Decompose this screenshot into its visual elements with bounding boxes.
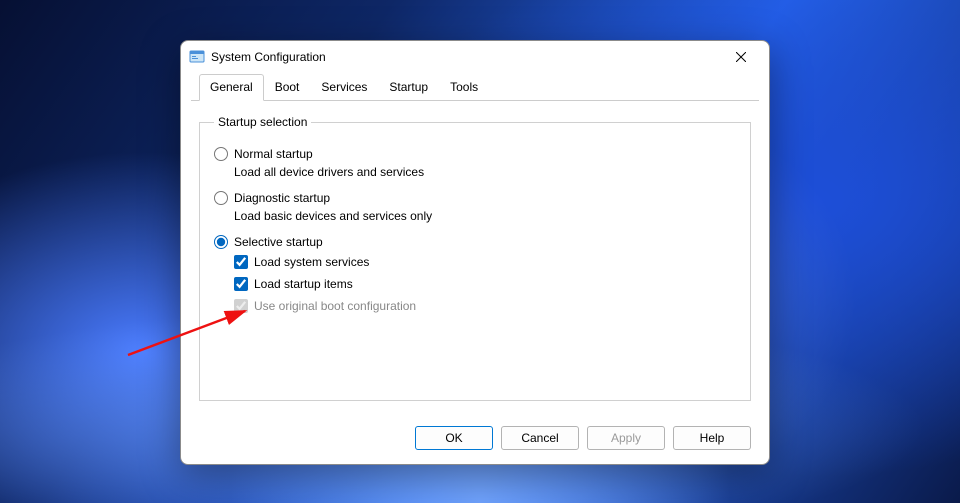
close-button[interactable] bbox=[719, 42, 763, 72]
help-button[interactable]: Help bbox=[673, 426, 751, 450]
group-legend: Startup selection bbox=[214, 115, 311, 129]
check-row-original-boot: Use original boot configuration bbox=[234, 299, 736, 313]
app-icon bbox=[189, 49, 205, 65]
label-original-boot: Use original boot configuration bbox=[254, 299, 416, 313]
radio-normal[interactable] bbox=[214, 147, 228, 161]
close-icon bbox=[736, 52, 746, 62]
radio-selective-label: Selective startup bbox=[234, 235, 323, 249]
option-normal: Normal startup Load all device drivers a… bbox=[214, 147, 736, 179]
cancel-button[interactable]: Cancel bbox=[501, 426, 579, 450]
option-selective: Selective startup Load system services L… bbox=[214, 235, 736, 313]
tab-general[interactable]: General bbox=[199, 74, 264, 101]
desc-diagnostic: Load basic devices and services only bbox=[234, 209, 736, 223]
checkbox-startup-items[interactable] bbox=[234, 277, 248, 291]
label-system-services: Load system services bbox=[254, 255, 369, 269]
system-configuration-window: System Configuration General Boot Servic… bbox=[180, 40, 770, 465]
titlebar: System Configuration bbox=[181, 41, 769, 73]
dialog-buttons: OK Cancel Apply Help bbox=[181, 420, 769, 464]
checkbox-original-boot bbox=[234, 299, 248, 313]
radio-diagnostic[interactable] bbox=[214, 191, 228, 205]
startup-selection-group: Startup selection Normal startup Load al… bbox=[199, 115, 751, 401]
radio-normal-label: Normal startup bbox=[234, 147, 313, 161]
radio-diagnostic-label: Diagnostic startup bbox=[234, 191, 330, 205]
ok-button[interactable]: OK bbox=[415, 426, 493, 450]
label-startup-items: Load startup items bbox=[254, 277, 353, 291]
radio-selective[interactable] bbox=[214, 235, 228, 249]
tab-services[interactable]: Services bbox=[310, 74, 378, 101]
tab-startup[interactable]: Startup bbox=[378, 74, 439, 101]
option-diagnostic: Diagnostic startup Load basic devices an… bbox=[214, 191, 736, 223]
tab-strip: General Boot Services Startup Tools bbox=[191, 73, 759, 101]
desc-normal: Load all device drivers and services bbox=[234, 165, 736, 179]
apply-button: Apply bbox=[587, 426, 665, 450]
check-row-system-services: Load system services bbox=[234, 255, 736, 269]
window-title: System Configuration bbox=[211, 50, 326, 64]
tab-tools[interactable]: Tools bbox=[439, 74, 489, 101]
selective-checklist: Load system services Load startup items … bbox=[234, 255, 736, 313]
check-row-startup-items: Load startup items bbox=[234, 277, 736, 291]
tab-boot[interactable]: Boot bbox=[264, 74, 311, 101]
checkbox-system-services[interactable] bbox=[234, 255, 248, 269]
tab-content: Startup selection Normal startup Load al… bbox=[181, 101, 769, 420]
